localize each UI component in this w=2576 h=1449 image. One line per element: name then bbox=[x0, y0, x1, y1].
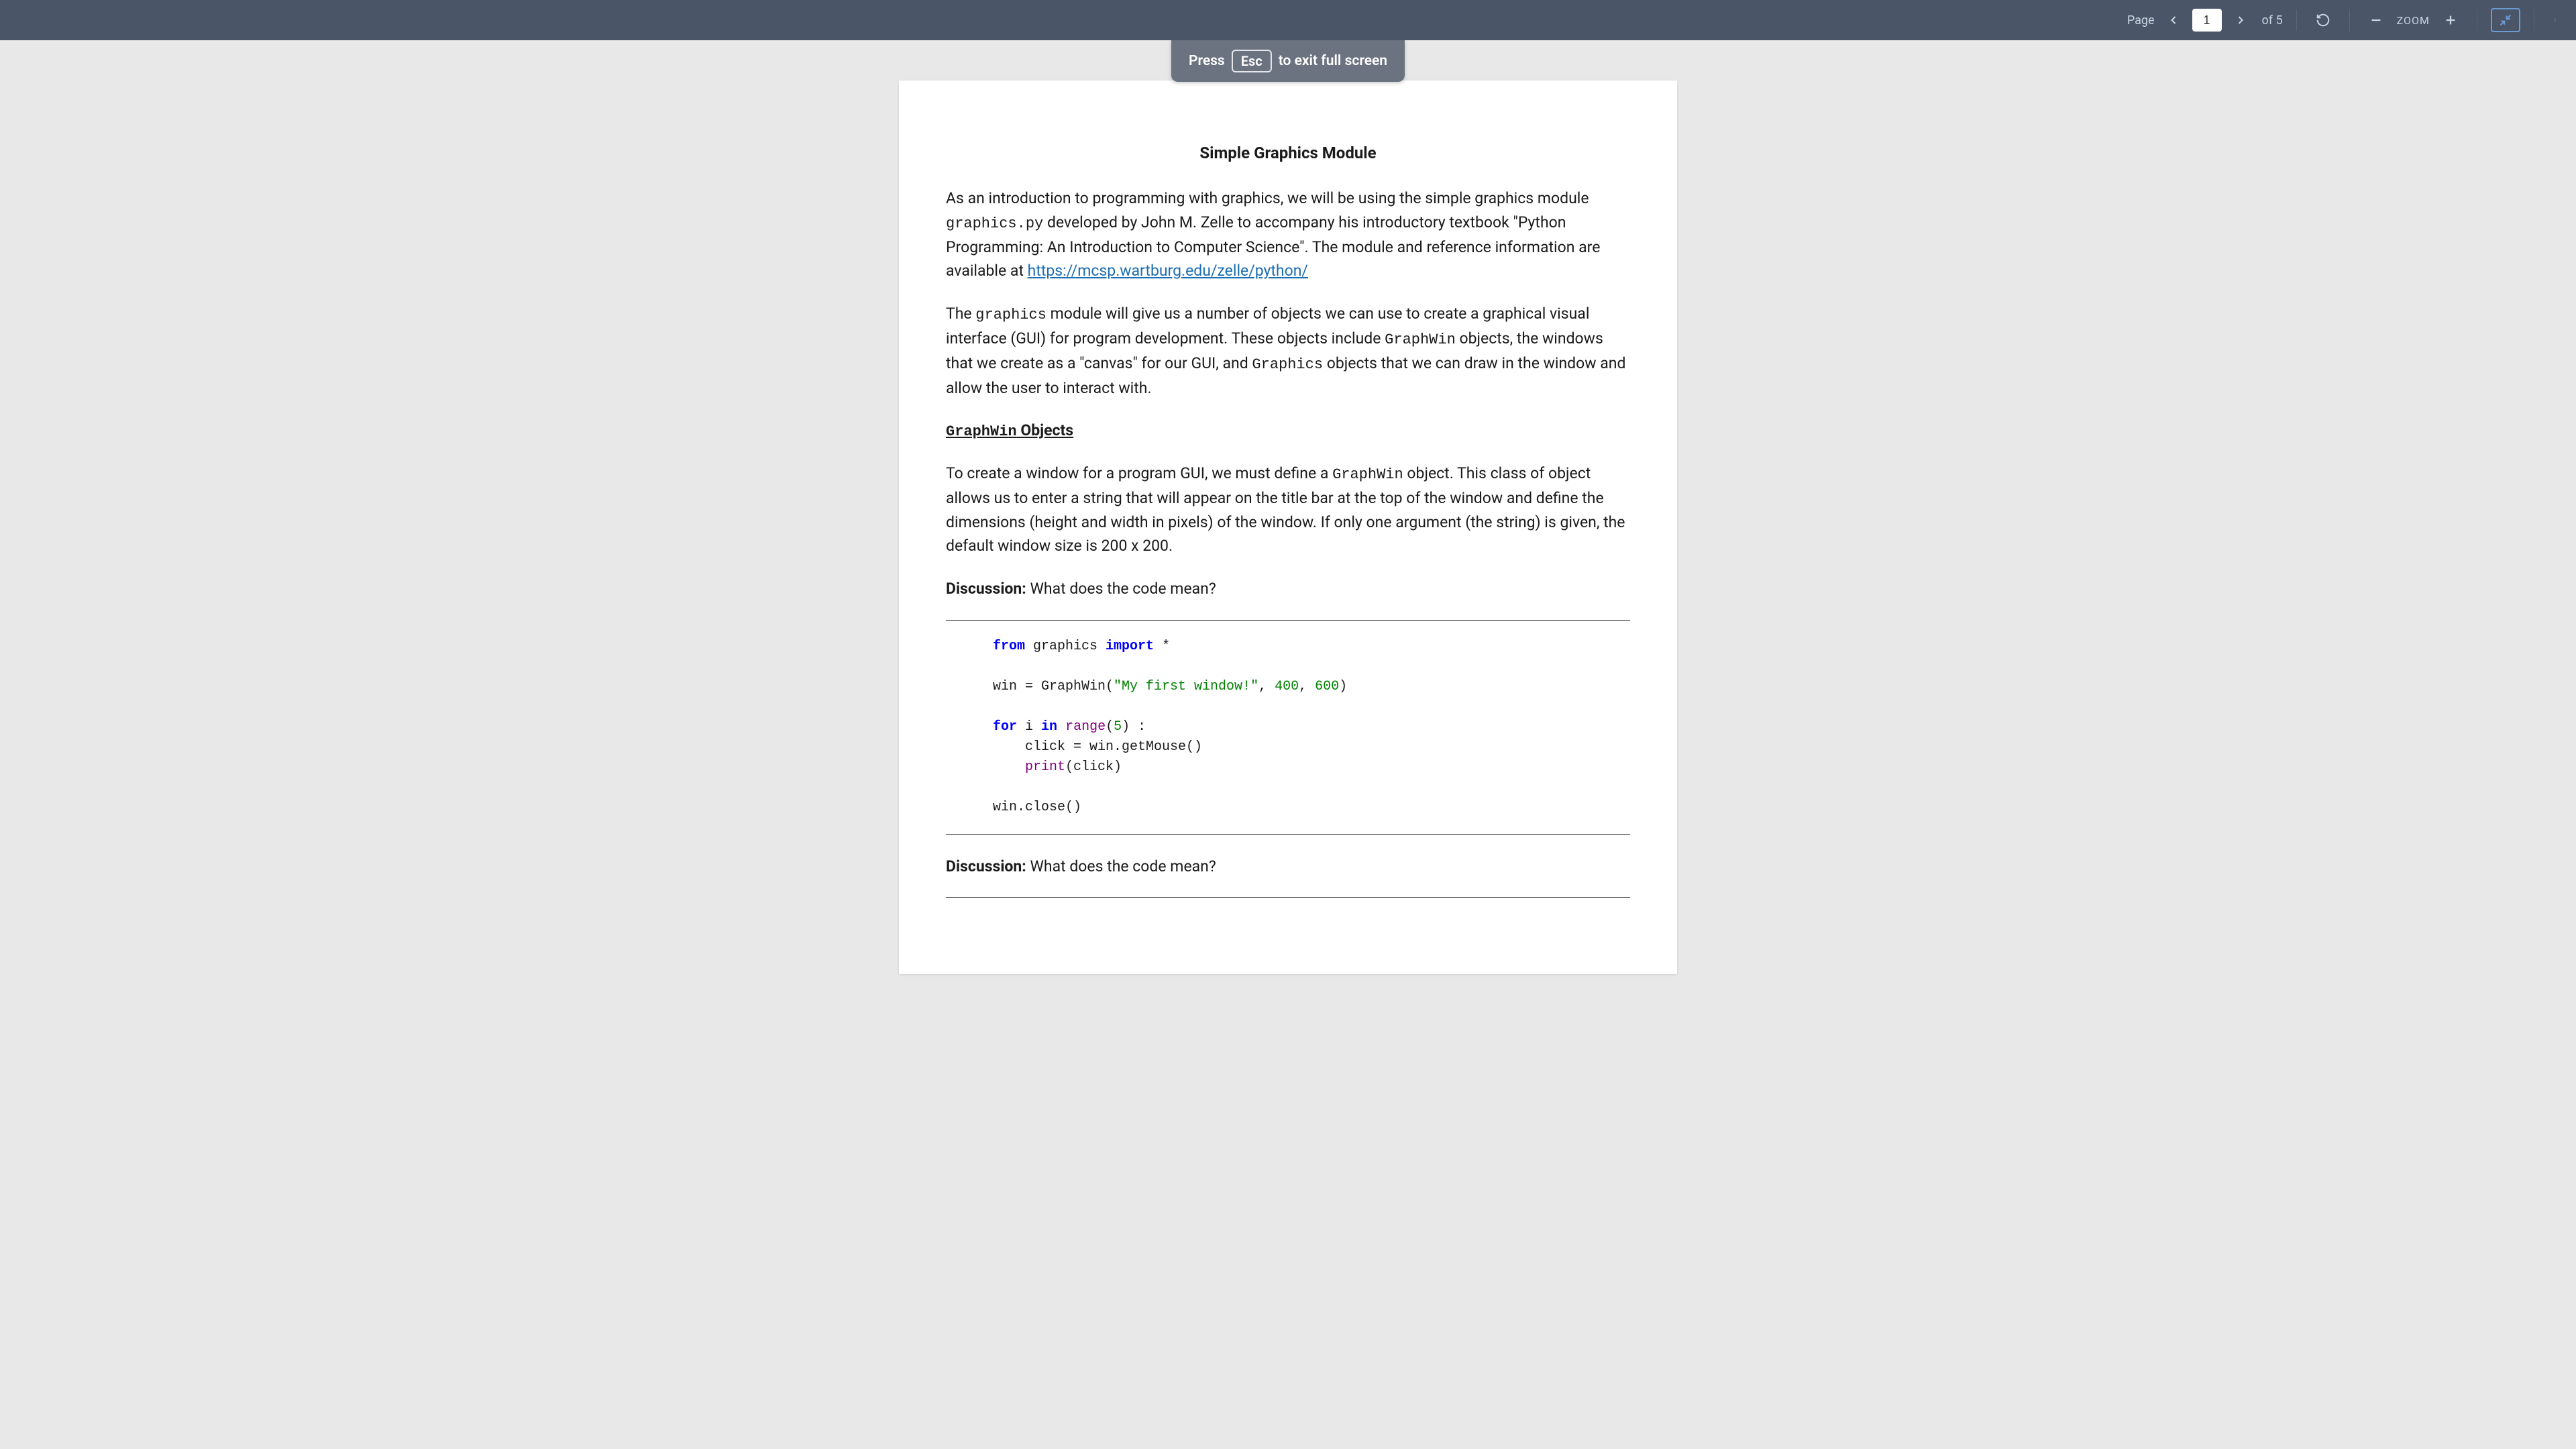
minus-icon bbox=[2369, 13, 2383, 28]
paragraph-3: To create a window for a program GUI, we… bbox=[946, 462, 1630, 558]
link-mcsp-wartburg[interactable]: https://mcsp.wartburg.edu/zelle/python/ bbox=[1028, 262, 1308, 280]
page-nav-group: Page of 5 bbox=[2127, 9, 2283, 32]
page-label: Page bbox=[2127, 13, 2155, 28]
more-options-button[interactable] bbox=[2548, 7, 2563, 33]
page-total-label: of 5 bbox=[2262, 13, 2283, 28]
code-divider-bottom bbox=[946, 834, 1630, 835]
discussion-1: Discussion: What does the code mean? bbox=[946, 577, 1630, 601]
zoom-group: ZOOM bbox=[2363, 7, 2463, 33]
more-vertical-icon bbox=[2553, 13, 2557, 28]
code-graphwin-2: GraphWin bbox=[1332, 466, 1403, 483]
next-page-button[interactable] bbox=[2230, 9, 2251, 31]
code-graphics-py: graphics.py bbox=[946, 215, 1043, 232]
toolbar-separator bbox=[2349, 9, 2350, 31]
paragraph-1: As an introduction to programming with g… bbox=[946, 186, 1630, 283]
code-divider-top bbox=[946, 620, 1630, 621]
code-graphics-obj: Graphics bbox=[1252, 356, 1323, 373]
esc-hint-suffix: to exit full screen bbox=[1279, 53, 1387, 69]
discussion-label: Discussion: bbox=[946, 580, 1026, 598]
collapse-icon bbox=[2499, 13, 2512, 27]
code-divider-top-2 bbox=[946, 897, 1630, 898]
document-page: Simple Graphics Module As an introductio… bbox=[899, 80, 1677, 974]
document-title: Simple Graphics Module bbox=[946, 141, 1630, 165]
prev-page-button[interactable] bbox=[2163, 9, 2184, 31]
code-block: from graphics import * win = GraphWin("M… bbox=[993, 637, 1630, 818]
toolbar-separator bbox=[2296, 9, 2297, 31]
esc-hint-prefix: Press bbox=[1189, 53, 1225, 69]
zoom-label: ZOOM bbox=[2397, 14, 2430, 27]
exit-fullscreen-button[interactable] bbox=[2491, 8, 2520, 32]
zoom-in-button[interactable] bbox=[2438, 7, 2463, 33]
discussion-label: Discussion: bbox=[946, 857, 1026, 875]
code-graphwin: GraphWin bbox=[1385, 331, 1456, 348]
paragraph-2: The graphics module will give us a numbe… bbox=[946, 302, 1630, 400]
page-number-input[interactable] bbox=[2192, 9, 2222, 32]
esc-key-label: Esc bbox=[1232, 50, 1272, 72]
discussion-2: Discussion: What does the code mean? bbox=[946, 855, 1630, 879]
pdf-toolbar: Page of 5 ZOOM bbox=[0, 0, 2576, 40]
rotate-icon bbox=[2316, 13, 2330, 28]
plus-icon bbox=[2443, 13, 2458, 28]
chevron-right-icon bbox=[2234, 13, 2247, 27]
document-viewport[interactable]: Press Esc to exit full screen Simple Gra… bbox=[0, 40, 2576, 1449]
rotate-button[interactable] bbox=[2310, 7, 2336, 33]
fullscreen-esc-hint: Press Esc to exit full screen bbox=[1171, 40, 1405, 82]
code-graphics: graphics bbox=[975, 307, 1046, 323]
zoom-out-button[interactable] bbox=[2363, 7, 2389, 33]
chevron-left-icon bbox=[2167, 13, 2180, 27]
section-heading-graphwin: GraphWin Objects bbox=[946, 419, 1630, 443]
